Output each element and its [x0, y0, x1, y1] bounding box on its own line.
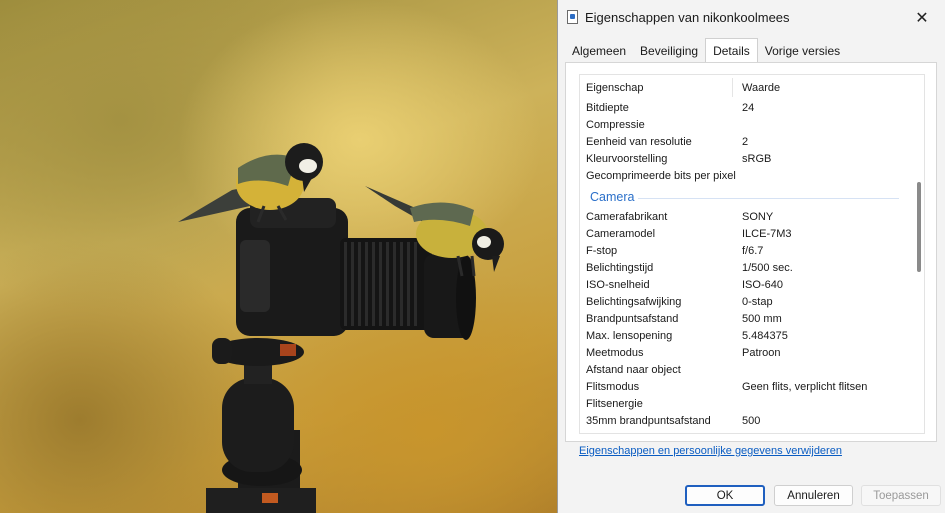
- group-divider: [638, 198, 899, 199]
- list-item[interactable]: Bitdiepte 24: [580, 100, 913, 117]
- list-item[interactable]: Max. lensopening 5.484375: [580, 328, 913, 345]
- property-value: 24: [742, 102, 755, 114]
- remove-properties-link[interactable]: Eigenschappen en persoonlijke gegevens v…: [579, 445, 842, 457]
- property-name: Gecomprimeerde bits per pixel: [586, 170, 736, 182]
- property-value: Patroon: [742, 347, 781, 359]
- tab-bar: Algemeen Beveiliging Details Vorige vers…: [565, 38, 847, 63]
- list-item[interactable]: Flitsmodus Geen flits, verplicht flitsen: [580, 379, 913, 396]
- property-name: Kleurvoorstelling: [586, 153, 668, 165]
- column-header-property[interactable]: Eigenschap: [586, 82, 644, 94]
- tab-beveiliging[interactable]: Beveiliging: [633, 40, 705, 62]
- property-value: 2: [742, 136, 749, 148]
- property-name: Camerafabrikant: [586, 211, 668, 223]
- group-label: Camera: [590, 190, 635, 204]
- property-value: Geen flits, verplicht flitsen: [742, 381, 868, 393]
- file-icon: [567, 10, 578, 24]
- close-icon: ✕: [915, 10, 929, 27]
- property-value: 5.484375: [742, 330, 788, 342]
- property-name: Flitsenergie: [586, 398, 643, 410]
- list-item[interactable]: Cameramodel ILCE-7M3: [580, 226, 913, 243]
- column-header-value[interactable]: Waarde: [742, 82, 780, 94]
- camera-birds-illustration: [178, 143, 504, 513]
- list-item[interactable]: Gecomprimeerde bits per pixel: [580, 168, 913, 185]
- properties-dialog: Eigenschappen van nikonkoolmees ✕ Algeme…: [557, 0, 945, 513]
- property-name: Belichtingsafwijking: [586, 296, 682, 308]
- tab-algemeen[interactable]: Algemeen: [565, 40, 633, 62]
- background-photo: [0, 0, 560, 513]
- property-value: 1/500 sec.: [742, 262, 793, 274]
- cancel-button[interactable]: Annuleren: [774, 485, 853, 506]
- list-header: Eigenschap Waarde: [580, 75, 913, 100]
- dialog-title: Eigenschappen van nikonkoolmees: [585, 10, 790, 25]
- details-panel: Eigenschap Waarde Bitdiepte 24 Compressi…: [565, 62, 937, 442]
- list-item[interactable]: Kleurvoorstelling sRGB: [580, 151, 913, 168]
- property-name: Max. lensopening: [586, 330, 673, 342]
- property-name: Brandpuntsafstand: [586, 313, 679, 325]
- list-item[interactable]: Afstand naar object: [580, 362, 913, 379]
- property-name: Bitdiepte: [586, 102, 629, 114]
- column-separator[interactable]: [732, 78, 733, 97]
- list-item[interactable]: Belichtingsafwijking 0-stap: [580, 294, 913, 311]
- property-list[interactable]: Eigenschap Waarde Bitdiepte 24 Compressi…: [579, 74, 925, 434]
- property-name: Compressie: [586, 119, 645, 131]
- group-header-camera: Camera: [580, 187, 913, 207]
- list-item[interactable]: Brandpuntsafstand 500 mm: [580, 311, 913, 328]
- property-name: Flitsmodus: [586, 381, 640, 393]
- list-item[interactable]: Compressie: [580, 117, 913, 134]
- property-value: f/6.7: [742, 245, 764, 257]
- property-value: ILCE-7M3: [742, 228, 792, 240]
- vertical-scrollbar[interactable]: [913, 75, 923, 433]
- property-value: ISO-640: [742, 279, 783, 291]
- list-item[interactable]: Flitsenergie: [580, 396, 913, 413]
- dialog-footer: OK Annuleren Toepassen: [558, 472, 945, 513]
- property-name: ISO-snelheid: [586, 279, 650, 291]
- property-value: 500 mm: [742, 313, 782, 325]
- property-value: 0-stap: [742, 296, 773, 308]
- tab-details[interactable]: Details: [705, 38, 758, 62]
- list-item[interactable]: Belichtingstijd 1/500 sec.: [580, 260, 913, 277]
- property-value: sRGB: [742, 153, 772, 165]
- list-item[interactable]: ISO-snelheid ISO-640: [580, 277, 913, 294]
- property-value: 500: [742, 415, 761, 427]
- property-name: Cameramodel: [586, 228, 656, 240]
- property-name: 35mm brandpuntsafstand: [586, 415, 711, 427]
- close-button[interactable]: ✕: [899, 0, 945, 36]
- property-name: F-stop: [586, 245, 618, 257]
- property-name: Meetmodus: [586, 347, 644, 359]
- list-item[interactable]: Eenheid van resolutie 2: [580, 134, 913, 151]
- list-item[interactable]: Camerafabrikant SONY: [580, 209, 913, 226]
- property-name: Eenheid van resolutie: [586, 136, 692, 148]
- list-item[interactable]: Meetmodus Patroon: [580, 345, 913, 362]
- title-bar: Eigenschappen van nikonkoolmees ✕: [558, 0, 945, 36]
- tab-vorige-versies[interactable]: Vorige versies: [758, 40, 847, 62]
- property-value: SONY: [742, 211, 774, 223]
- list-item[interactable]: 35mm brandpuntsafstand 500: [580, 413, 913, 430]
- ok-button[interactable]: OK: [685, 485, 765, 506]
- property-name: Afstand naar object: [586, 364, 681, 376]
- apply-button[interactable]: Toepassen: [861, 485, 941, 506]
- list-item[interactable]: F-stop f/6.7: [580, 243, 913, 260]
- scrollbar-thumb[interactable]: [917, 182, 921, 272]
- property-name: Belichtingstijd: [586, 262, 654, 274]
